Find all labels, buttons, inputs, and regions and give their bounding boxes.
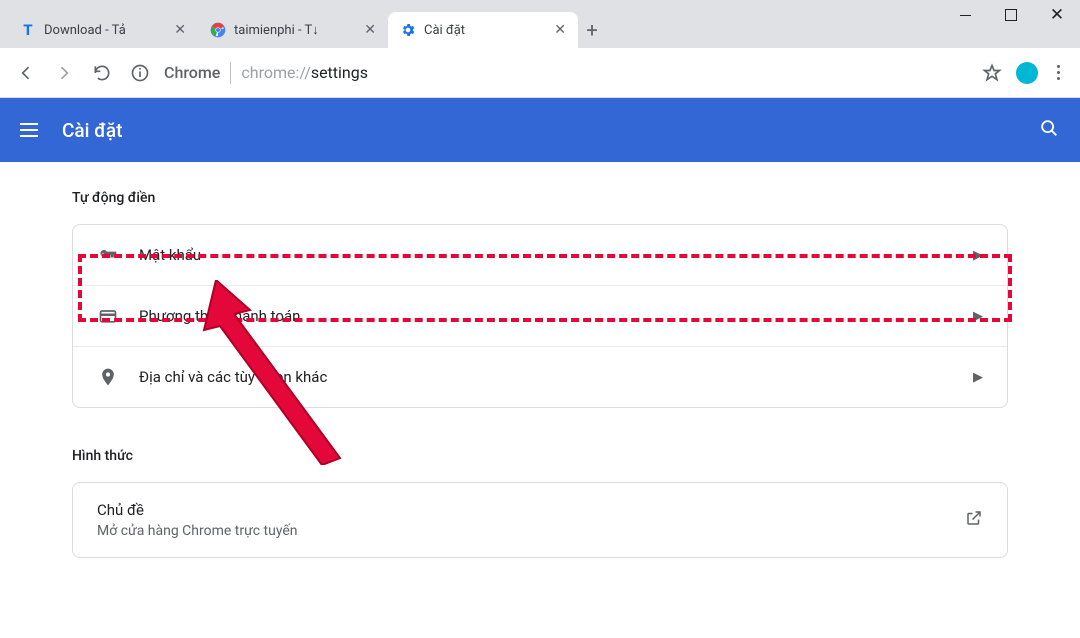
passwords-row[interactable]: Mật khẩu ▶ (73, 225, 1007, 285)
window-maximize-button[interactable] (988, 0, 1034, 30)
credit-card-icon (97, 306, 119, 326)
settings-header: Cài đặt (0, 98, 1080, 162)
profile-avatar[interactable] (1016, 62, 1038, 84)
chevron-right-icon: ▶ (973, 309, 983, 324)
window-close-button[interactable]: ✕ (1034, 0, 1080, 30)
appearance-card: Chủ đề Mở cửa hàng Chrome trực tuyến (72, 482, 1008, 558)
row-label: Địa chỉ và các tùy chọn khác (139, 368, 953, 386)
theme-row[interactable]: Chủ đề Mở cửa hàng Chrome trực tuyến (73, 483, 1007, 557)
chevron-right-icon: ▶ (973, 248, 983, 263)
tab-settings[interactable]: Cài đặt ✕ (388, 12, 578, 48)
tab-label: Cài đặt (424, 23, 546, 38)
chevron-right-icon: ▶ (973, 370, 983, 385)
tab-close-icon[interactable]: ✕ (364, 22, 376, 38)
tab-download[interactable]: T Download - Tả ✕ (8, 12, 198, 48)
new-tab-button[interactable]: + (578, 12, 606, 48)
open-external-icon (965, 509, 983, 531)
settings-search-button[interactable] (1038, 117, 1060, 143)
tab-taimienphi[interactable]: taimienphi - T↓ ✕ (198, 12, 388, 48)
forward-button[interactable] (50, 59, 78, 87)
window-minimize-button[interactable] (942, 0, 988, 30)
browser-toolbar: Chrome chrome://settings (0, 48, 1080, 98)
address-url: chrome://settings (241, 63, 368, 82)
tab-close-icon[interactable]: ✕ (174, 22, 186, 38)
row-sublabel: Mở cửa hàng Chrome trực tuyến (97, 523, 945, 539)
settings-title: Cài đặt (62, 119, 122, 142)
row-label: Chủ đề (97, 501, 945, 519)
payment-methods-row[interactable]: Phương thức thanh toán ▶ (73, 285, 1007, 346)
row-label: Phương thức thanh toán (139, 307, 953, 325)
reload-button[interactable] (88, 59, 116, 87)
window-controls: ✕ (942, 0, 1080, 30)
location-pin-icon (97, 367, 119, 387)
address-separator (230, 62, 231, 84)
tab-close-icon[interactable]: ✕ (554, 22, 566, 38)
settings-content: Tự động điền Mật khẩu ▶ Phương thức than… (0, 162, 1080, 586)
back-button[interactable] (12, 59, 40, 87)
autofill-card: Mật khẩu ▶ Phương thức thanh toán ▶ Địa … (72, 224, 1008, 408)
section-title-autofill: Tự động điền (72, 190, 1008, 206)
tab-label: taimienphi - T↓ (234, 22, 356, 38)
site-info-icon (126, 59, 154, 87)
row-label: Mật khẩu (139, 246, 953, 264)
menu-button[interactable] (1048, 65, 1068, 80)
section-title-appearance: Hình thức (72, 448, 1008, 464)
addresses-row[interactable]: Địa chỉ và các tùy chọn khác ▶ (73, 346, 1007, 407)
favicon-google-icon (210, 22, 226, 38)
key-icon (97, 245, 119, 265)
address-chrome-label: Chrome (164, 63, 220, 82)
browser-tabstrip: T Download - Tả ✕ taimienphi - T↓ ✕ Cài … (0, 0, 1080, 48)
favicon-gear-icon (400, 22, 416, 38)
tab-label: Download - Tả (44, 23, 166, 38)
settings-menu-button[interactable] (20, 123, 38, 137)
bookmark-star-button[interactable] (978, 59, 1006, 87)
address-bar[interactable]: Chrome chrome://settings (126, 59, 968, 87)
favicon-t-icon: T (20, 22, 36, 38)
